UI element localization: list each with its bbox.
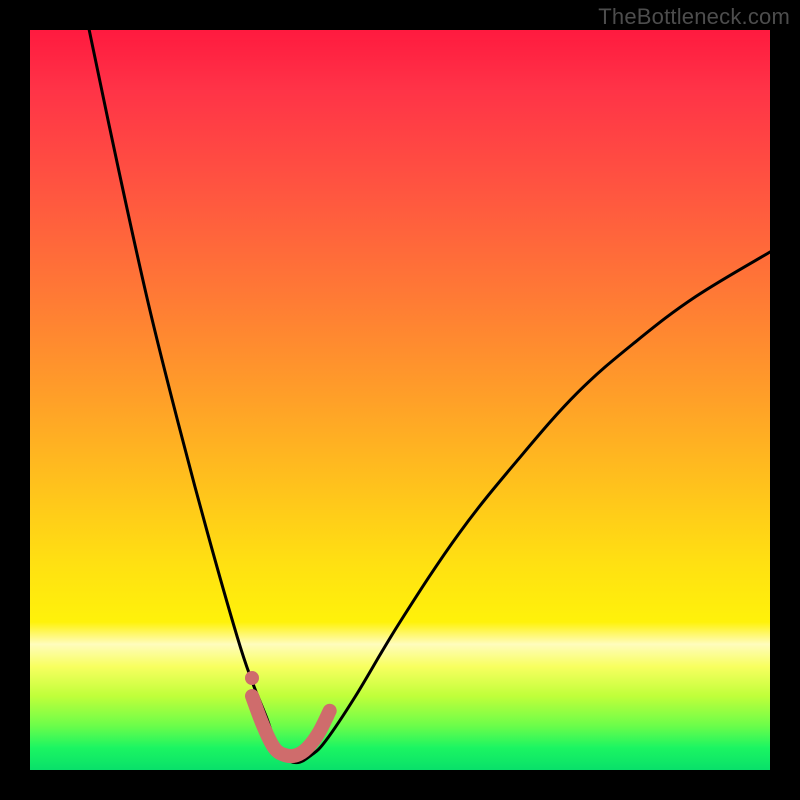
watermark-text: TheBottleneck.com — [598, 4, 790, 30]
plot-area — [30, 30, 770, 770]
chart-frame: TheBottleneck.com — [0, 0, 800, 800]
highlight-segment — [252, 696, 330, 756]
main-curve — [89, 30, 770, 763]
highlight-start-dot — [245, 671, 259, 685]
curve-layer — [30, 30, 770, 770]
